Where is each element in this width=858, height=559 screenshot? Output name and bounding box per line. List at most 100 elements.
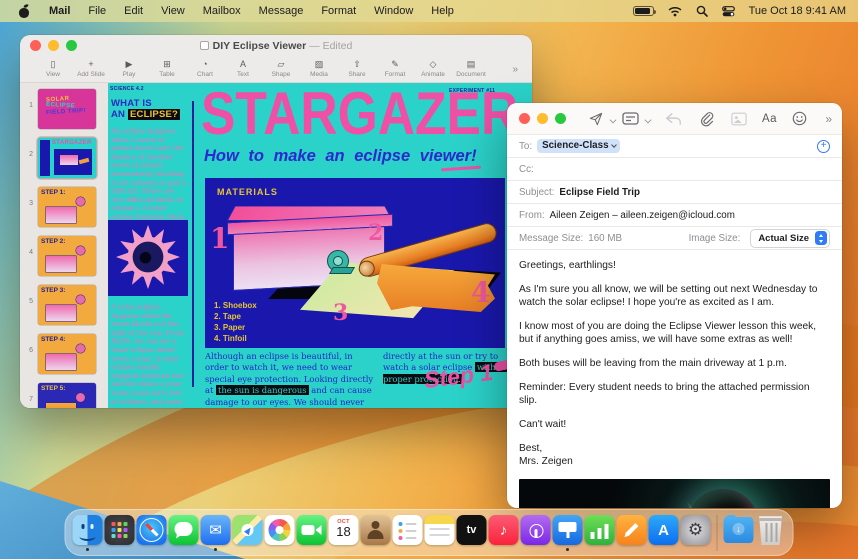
zoom-button[interactable]: [555, 113, 566, 124]
emoji-button[interactable]: [792, 109, 807, 129]
dock-item-messages[interactable]: [168, 515, 199, 545]
eclipse-photo-attachment[interactable]: [519, 479, 830, 508]
dock-item-mail[interactable]: ✉: [200, 515, 231, 545]
thumb-shape: [46, 295, 85, 321]
menu-bar-clock[interactable]: Tue Oct 18 9:41 AM: [749, 5, 846, 17]
messages-icon: [168, 515, 199, 545]
toolbar-table-button[interactable]: ⊞ Table: [148, 59, 186, 79]
to-field[interactable]: To: Science-Class +: [507, 135, 842, 158]
toolbar-document-button[interactable]: ▤ Document: [452, 60, 490, 79]
menu-file[interactable]: File: [79, 5, 115, 17]
menu-message[interactable]: Message: [250, 5, 313, 17]
menu-view[interactable]: View: [152, 5, 194, 17]
message-body[interactable]: Greetings, earthlings! As I'm sure you al…: [507, 250, 842, 468]
mail-toolbar[interactable]: Aa »: [507, 103, 842, 135]
keynote-titlebar[interactable]: DIY Eclipse Viewer — Edited: [20, 35, 532, 56]
wifi-icon[interactable]: [668, 6, 682, 17]
dock-item-numbers[interactable]: [584, 515, 615, 545]
insert-photo-button[interactable]: [731, 109, 747, 129]
format-button[interactable]: Aa: [762, 109, 777, 129]
dock-item-downloads[interactable]: ↓: [723, 515, 754, 545]
add-recipient-button[interactable]: +: [817, 139, 830, 153]
dock-item-trash[interactable]: [756, 515, 786, 545]
menu-edit[interactable]: Edit: [115, 5, 152, 17]
dock-item-notes[interactable]: [424, 515, 455, 545]
podcasts-icon: [520, 515, 551, 545]
menu-mailbox[interactable]: Mailbox: [194, 5, 250, 17]
dock-item-calendar[interactable]: OCT 18: [328, 515, 359, 545]
slide-science-tag: SCIENCE 4.2: [110, 86, 144, 92]
dock-item-reminders[interactable]: [392, 515, 423, 545]
eclipse-moon: [686, 488, 759, 508]
material-number-4: 4: [471, 276, 491, 309]
attach-file-button[interactable]: [699, 109, 714, 129]
dock-item-appstore[interactable]: A: [648, 515, 679, 545]
spotlight-search-icon[interactable]: [696, 5, 708, 17]
toolbar-shape-button[interactable]: ▱ Shape: [262, 60, 300, 79]
toolbar-label: Play: [122, 71, 136, 78]
materials-list-item: 2. Tape: [214, 312, 241, 321]
subject-field[interactable]: Subject: Eclipse Field Trip: [507, 181, 842, 204]
apple-menu-icon[interactable]: [18, 2, 30, 18]
menu-format[interactable]: Format: [312, 5, 365, 17]
toolbar-media-button[interactable]: ▨ Media: [300, 59, 338, 79]
dock-item-finder[interactable]: [72, 515, 103, 545]
slide-canvas[interactable]: SCIENCE 4.2 EXPERIMENT #11 WHAT IS AN EC…: [108, 83, 532, 408]
close-button[interactable]: [519, 113, 530, 124]
dock-item-tv[interactable]: tv: [456, 515, 487, 545]
dock-item-maps[interactable]: [232, 515, 263, 545]
toolbar-chart-button[interactable]: ◔ Chart: [186, 60, 224, 79]
slide-number: 2: [29, 151, 33, 158]
dock-item-launchpad[interactable]: [104, 515, 135, 545]
slide-thumbnail-3[interactable]: STEP 1:: [36, 185, 98, 229]
slide-thumbnail-5[interactable]: STEP 3:: [36, 283, 98, 327]
toolbar-share-button[interactable]: ⇧ Share: [338, 60, 376, 79]
toolbar-overflow-chevron[interactable]: »: [825, 112, 832, 126]
slide-title: STARGAZER: [201, 83, 519, 147]
toolbar-text-button[interactable]: A Text: [224, 60, 262, 79]
send-options-chevron[interactable]: [610, 116, 616, 122]
toolbar-overflow-chevron[interactable]: »: [512, 64, 518, 75]
message-size-row: Message Size: 160 MB Image Size: Actual …: [507, 227, 842, 250]
reply-button[interactable]: [665, 109, 682, 129]
to-recipient-token[interactable]: Science-Class: [537, 139, 620, 153]
cc-field[interactable]: Cc:: [507, 158, 842, 181]
slide-thumbnail-2[interactable]: STARGAZER: [36, 136, 98, 180]
media-icon: ▨: [314, 59, 324, 69]
send-button[interactable]: [588, 109, 604, 129]
slide-thumbnail-4[interactable]: STEP 2:: [36, 234, 98, 278]
minimize-button[interactable]: [537, 113, 548, 124]
slide-thumbnail-7[interactable]: STEP 5:: [36, 381, 98, 408]
toolbar-format-button[interactable]: ✎ Format: [376, 60, 414, 79]
dock-item-podcasts[interactable]: [520, 515, 551, 545]
image-size-select[interactable]: Actual Size: [750, 228, 830, 248]
finder-icon: [72, 515, 103, 545]
dock-item-music[interactable]: ♪: [488, 515, 519, 545]
header-fields-button[interactable]: [622, 109, 639, 129]
control-center-icon[interactable]: [721, 5, 735, 17]
from-field[interactable]: From: Aileen Zeigen – aileen.zeigen@iclo…: [507, 204, 842, 227]
dock-item-contacts[interactable]: [360, 515, 391, 545]
thumb-word: FIELD TRIP!: [45, 108, 87, 117]
trash-icon: [759, 516, 782, 545]
dock-item-pages[interactable]: [616, 515, 647, 545]
battery-icon[interactable]: [632, 6, 656, 16]
table-icon: ⊞: [163, 59, 171, 69]
menu-window[interactable]: Window: [365, 5, 422, 17]
toolbar-play-button[interactable]: ▶ Play: [110, 60, 148, 79]
menu-help[interactable]: Help: [422, 5, 463, 17]
slide-thumbnail-1[interactable]: SOLAR ECLIPSE FIELD TRIP!: [36, 87, 98, 131]
menu-mail[interactable]: Mail: [40, 5, 79, 17]
dock-item-keynote[interactable]: [552, 515, 583, 545]
toolbar-add-slide-button[interactable]: + Add Slide: [72, 60, 110, 79]
slide-thumbnail-6[interactable]: STEP 4:: [36, 332, 98, 376]
danger-highlight: the sun is dangerous: [216, 385, 309, 396]
dock-item-settings[interactable]: ⚙: [680, 515, 711, 545]
toolbar-label: Format: [384, 71, 406, 78]
toolbar-animate-button[interactable]: ◇ Animate: [414, 60, 452, 79]
dock-item-safari[interactable]: [136, 515, 167, 545]
dock-item-facetime[interactable]: [296, 515, 327, 545]
toolbar-view-button[interactable]: ▯ View: [34, 60, 72, 79]
dock-item-photos[interactable]: [264, 515, 295, 545]
header-fields-chevron[interactable]: [645, 116, 651, 122]
